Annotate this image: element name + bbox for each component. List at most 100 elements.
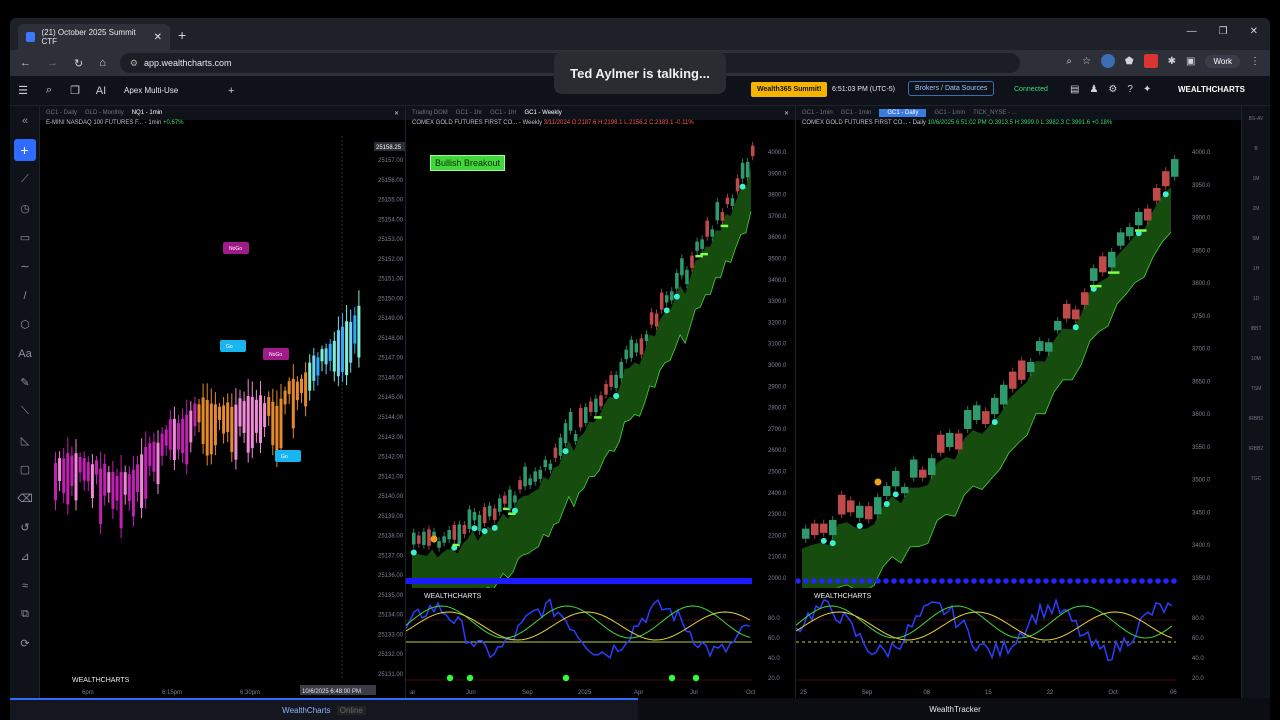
band-dot — [1059, 578, 1065, 584]
right-rail-item[interactable]: IRBB2 — [1242, 436, 1270, 466]
settings-icon[interactable]: ⚙ — [1108, 84, 1117, 95]
profile-button[interactable]: Work — [1205, 54, 1240, 68]
right-rail-item[interactable]: IRBB2 — [1242, 406, 1270, 436]
measure-icon[interactable]: ◺ — [10, 426, 40, 455]
sidebar-toggle-icon[interactable]: ▣ — [1186, 56, 1195, 67]
chart-panel-gold-weekly[interactable]: Trading DOM GC1 - 1hr GC1 - 1hr GC1 - We… — [406, 106, 796, 698]
site-info-icon[interactable]: ⚙ — [130, 58, 138, 69]
tab-item[interactable]: GC1 - 1hr — [490, 110, 516, 116]
candle — [477, 514, 482, 531]
panel-close-icon[interactable]: ✕ — [394, 110, 405, 117]
calendar-icon[interactable]: ▭ — [10, 223, 40, 252]
y-tick-label: 3900.0 — [1192, 216, 1211, 222]
band-dot — [843, 578, 849, 584]
notification-icon[interactable]: ♟ — [1089, 84, 1098, 95]
close-window-icon[interactable]: ✕ — [1250, 26, 1258, 37]
save-icon[interactable]: ▤ — [1070, 84, 1079, 95]
tab-item[interactable]: GC1 - 1min — [802, 110, 833, 116]
chart-panel-nq[interactable]: GC1 - Daily GLD - Monthly NQ1 - 1min ✕ E… — [40, 106, 406, 698]
candle — [1171, 159, 1179, 177]
chart-panel-gold-daily[interactable]: GC1 - 1min GC1 - 1min GC1 - Daily GC1 - … — [796, 106, 1242, 698]
tab-item[interactable]: GC1 - 1hr — [456, 110, 482, 116]
tab-item-active[interactable]: GC1 - Daily — [879, 109, 927, 117]
wave-icon[interactable]: ≈ — [10, 571, 40, 600]
right-rail-item[interactable]: 2M — [1242, 196, 1270, 226]
bookmark-icon[interactable]: ☆ — [1082, 56, 1091, 67]
add-button[interactable]: + — [13, 139, 36, 161]
tab-item[interactable]: Trading DOM — [412, 110, 448, 116]
home-icon[interactable]: ⌂ — [99, 57, 106, 70]
right-rail-item[interactable]: 1M — [1242, 166, 1270, 196]
tab-item[interactable]: GC1 - 1min — [934, 110, 965, 116]
add-layout-icon[interactable]: + — [218, 85, 244, 97]
extension-icon[interactable]: ⬟ — [1125, 56, 1134, 67]
price-chart[interactable]: 25157.00 25156.00 25155.00 25154.00 25153.00… — [40, 132, 406, 698]
chart-icon[interactable]: ⊿ — [10, 542, 40, 571]
candle — [119, 471, 123, 529]
shapes-icon[interactable]: ⬡ — [10, 310, 40, 339]
tab-item-active[interactable]: GC1 - Weekly — [524, 110, 561, 116]
y-tick-label: 25154.00 — [378, 217, 404, 223]
line-icon[interactable]: ∼ — [10, 252, 40, 281]
restore-icon[interactable]: ❐ — [1219, 26, 1228, 37]
replay-icon[interactable]: ⟳ — [10, 629, 40, 658]
trendline-icon[interactable]: ⟋ — [10, 165, 40, 194]
layout-name[interactable]: Apex Multi-Use — [124, 86, 178, 95]
wealthcharts-tab[interactable]: WealthCharts Online — [10, 698, 638, 720]
copy-icon[interactable]: ❐ — [62, 84, 88, 97]
price-chart[interactable]: 4000.0 3950.0 3900.0 3850.0 3800.0 3750.0 3700… — [796, 132, 1242, 698]
search-icon[interactable]: ⌕ — [36, 84, 62, 97]
user-icon[interactable]: ✦ — [1143, 84, 1151, 95]
close-tab-icon[interactable]: ✕ — [154, 32, 162, 43]
layers-icon[interactable]: ⧉ — [10, 600, 40, 629]
right-rail-item[interactable]: 1D — [1242, 286, 1270, 316]
candle — [654, 313, 659, 327]
new-tab-icon[interactable]: + — [178, 27, 186, 43]
back-icon[interactable]: ← — [20, 57, 31, 70]
frame-icon[interactable]: ▢ — [10, 455, 40, 484]
brokers-button[interactable]: Brokers / Data Sources — [908, 81, 995, 96]
clock-icon[interactable]: ◷ — [10, 194, 40, 223]
right-rail-item[interactable]: 5M — [1242, 226, 1270, 256]
candle — [982, 411, 990, 425]
right-rail-item[interactable]: B — [1242, 136, 1270, 166]
tab-item[interactable]: TICK_NYSE - ... — [973, 110, 1017, 116]
forward-icon[interactable]: → — [47, 57, 58, 70]
right-rail-item[interactable]: BS-AV — [1242, 106, 1270, 136]
extension-red-icon[interactable] — [1143, 54, 1158, 68]
text-icon[interactable]: Aa — [10, 339, 40, 368]
eraser-icon[interactable]: ⌫ — [10, 484, 40, 513]
y-tick-label: 2800.0 — [768, 406, 787, 412]
right-rail-item[interactable]: 1H — [1242, 256, 1270, 286]
right-rail-item[interactable]: TGC — [1242, 466, 1270, 496]
extension-b-icon[interactable] — [1100, 54, 1115, 68]
menu-dots-icon[interactable]: ⋮ — [1250, 56, 1260, 67]
search-icon[interactable]: ⌕ — [1066, 56, 1072, 67]
tab-item[interactable]: GC1 - 1min — [841, 110, 872, 116]
right-rail-item[interactable]: IBBT — [1242, 316, 1270, 346]
brush-icon[interactable]: ✎ — [10, 368, 40, 397]
candle — [1135, 212, 1143, 226]
right-rail-item[interactable]: TSM — [1242, 376, 1270, 406]
wealthtracker-tab[interactable]: WealthTracker — [640, 698, 1270, 720]
tab-item-active[interactable]: NQ1 - 1min — [132, 110, 163, 116]
ai-icon[interactable]: AI — [88, 85, 114, 97]
hamburger-icon[interactable]: ☰ — [10, 84, 36, 97]
reload-icon[interactable]: ↻ — [74, 57, 83, 70]
chart-title: COMEX GOLD FUTURES FIRST CO... - Weekly … — [406, 120, 795, 132]
minimize-icon[interactable]: — — [1187, 26, 1197, 37]
price-chart[interactable]: 4000.0 3900.0 3800.0 3700.0 3600.0 3500.0 3400… — [406, 132, 796, 698]
x-tick-label: 25 — [800, 690, 807, 696]
browser-tab[interactable]: (21) October 2025 Summit CTF ✕ — [18, 24, 170, 50]
tab-item[interactable]: GC1 - Daily — [46, 110, 77, 116]
collapse-icon[interactable]: « — [10, 106, 40, 135]
puzzle-icon[interactable]: ✱ — [1168, 56, 1176, 67]
ruler-icon[interactable]: ⟍ — [10, 397, 40, 426]
summit-badge[interactable]: Wealth365 Summit! — [751, 82, 828, 97]
cycle-icon[interactable]: ↺ — [10, 513, 40, 542]
help-icon[interactable]: ? — [1127, 84, 1133, 95]
panel-close-icon[interactable]: ✕ — [784, 110, 795, 117]
pen-icon[interactable]: / — [10, 281, 40, 310]
right-rail-item[interactable]: 10M — [1242, 346, 1270, 376]
tab-item[interactable]: GLD - Monthly — [85, 110, 124, 116]
